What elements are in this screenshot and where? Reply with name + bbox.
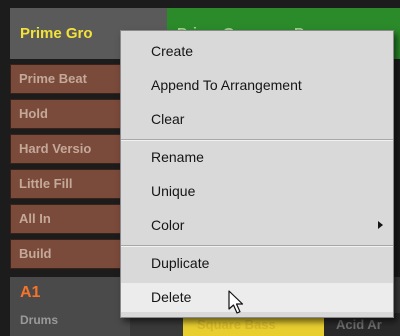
menu-item-append-to-arrangement[interactable]: Append To Arrangement bbox=[121, 71, 393, 100]
pattern-slot[interactable]: Hard Versio bbox=[10, 134, 134, 164]
group-name: Drums bbox=[20, 313, 59, 327]
menu-separator bbox=[121, 245, 393, 247]
group-code: A1 bbox=[20, 284, 41, 301]
context-menu: Create Append To Arrangement Clear Renam… bbox=[120, 30, 394, 318]
menu-item-create[interactable]: Create bbox=[121, 37, 393, 66]
menu-item-clear[interactable]: Clear bbox=[121, 105, 393, 134]
pattern-slot[interactable]: Build bbox=[10, 239, 134, 269]
mouse-pointer-icon bbox=[228, 290, 244, 314]
menu-item-delete[interactable]: Delete bbox=[121, 283, 393, 312]
pattern-slot[interactable]: Prime Beat bbox=[10, 64, 134, 94]
chevron-right-icon bbox=[378, 221, 383, 229]
menu-item-rename[interactable]: Rename bbox=[121, 143, 393, 172]
pattern-slot[interactable]: All In bbox=[10, 204, 134, 234]
pattern-slot[interactable]: Little Fill bbox=[10, 169, 134, 199]
pattern-editor: Prime Gro Prime G P Prime Beat Hold Hard… bbox=[0, 0, 400, 336]
menu-separator bbox=[121, 139, 393, 141]
menu-item-color-label: Color bbox=[151, 217, 185, 233]
pattern-slot[interactable]: Hold bbox=[10, 99, 134, 129]
menu-item-unique[interactable]: Unique bbox=[121, 177, 393, 206]
menu-item-duplicate[interactable]: Duplicate bbox=[121, 249, 393, 278]
menu-item-color[interactable]: Color bbox=[121, 211, 393, 240]
